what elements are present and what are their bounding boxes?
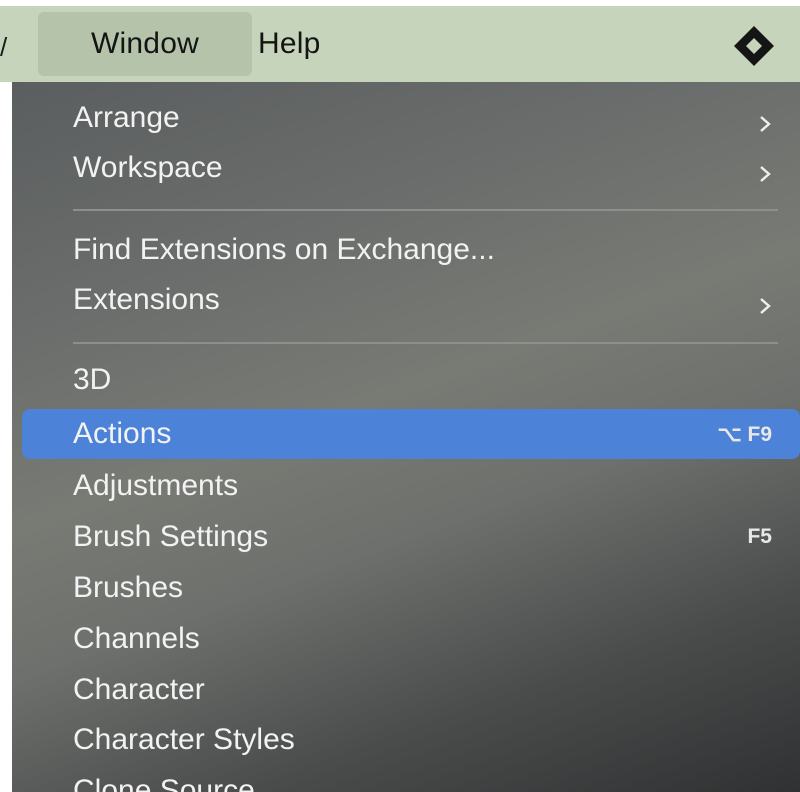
chevron-right-icon [758,158,772,182]
menu-item-3d[interactable]: 3D [12,355,800,405]
menu-item-label: Character Styles [73,723,295,756]
diamond-logo-icon[interactable] [732,24,776,68]
menu-separator [73,209,778,211]
menu-item-clone-source[interactable]: Clone Source [12,766,800,792]
shortcut-label: F5 [747,525,772,548]
chevron-right-icon [758,290,772,314]
menu-bar-clipped-item[interactable]: / [0,34,12,60]
menu-item-channels[interactable]: Channels [12,614,800,664]
menu-item-label: Clone Source [73,774,255,792]
menu-bar: / Window Help [0,0,800,82]
screen: / Window Help Arrange Workspace Find Ext… [0,0,800,792]
window-dropdown-menu: Arrange Workspace Find Extensions on Exc… [12,82,800,792]
menu-item-brushes[interactable]: Brushes [12,563,800,613]
menu-item-find-extensions[interactable]: Find Extensions on Exchange... [12,225,800,275]
menu-item-label: Adjustments [73,469,239,502]
menu-separator [73,342,778,344]
menu-item-label: Character [73,673,205,706]
shortcut-label: ⌥ F9 [717,422,772,446]
menu-item-label: Workspace [73,151,223,184]
menu-item-label: Channels [73,622,200,655]
menu-item-adjustments[interactable]: Adjustments [12,461,800,511]
menu-item-label: Extensions [73,283,220,316]
menu-item-actions[interactable]: Actions ⌥ F9 [22,409,800,459]
menu-item-arrange[interactable]: Arrange [12,93,800,143]
menu-item-brush-settings[interactable]: Brush Settings F5 [12,512,800,562]
menu-item-character[interactable]: Character [12,665,800,715]
menu-item-label: Find Extensions on Exchange... [73,233,495,266]
menu-bar-item-help[interactable]: Help [256,12,356,76]
chevron-right-icon [758,108,772,132]
menu-item-label: Brushes [73,571,184,604]
menu-item-label: Brush Settings [73,520,269,553]
menu-item-character-styles[interactable]: Character Styles [12,715,800,765]
menu-item-extensions[interactable]: Extensions [12,275,800,325]
menu-item-workspace[interactable]: Workspace [12,143,800,193]
menu-item-label: Arrange [73,101,180,134]
menu-item-label: Actions [73,417,172,450]
menu-item-label: 3D [73,363,112,396]
menu-bar-item-window[interactable]: Window [38,12,252,76]
